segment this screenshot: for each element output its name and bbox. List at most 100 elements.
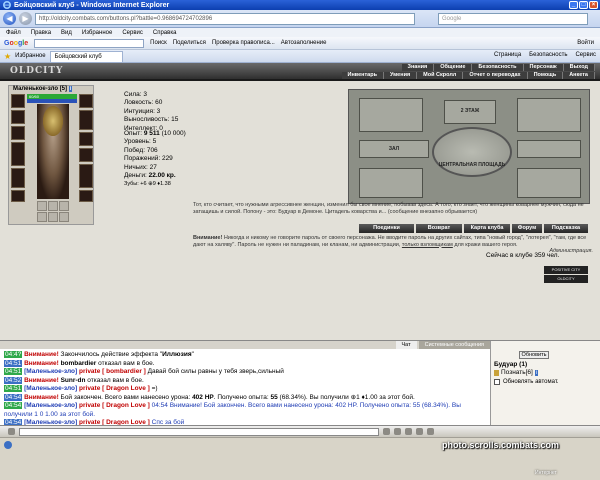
warning-link[interactable]: только взломщикам	[402, 242, 453, 248]
minimize-button[interactable]: _	[569, 1, 578, 9]
gloves-slot[interactable]	[79, 94, 93, 108]
chat-text[interactable]: Внимание!	[24, 360, 59, 367]
menu-help[interactable]: Справка	[153, 30, 177, 36]
helmet-slot[interactable]	[11, 94, 25, 108]
map-room-bl[interactable]	[359, 168, 423, 198]
refresh-button[interactable]: Обновить	[519, 351, 549, 359]
back-button[interactable]: ◀	[3, 12, 16, 25]
weapon-slot[interactable]	[11, 142, 25, 166]
info-icon[interactable]: i	[68, 86, 73, 92]
chat-timestamp[interactable]: 04:4?	[4, 351, 23, 358]
nav-character[interactable]: Персонаж	[523, 64, 564, 71]
menu-tools[interactable]: Сервис	[122, 30, 143, 36]
menu-file[interactable]: Файл	[6, 30, 21, 36]
search-input[interactable]: Google	[438, 12, 588, 25]
chat-text[interactable]: private [ Dragon Love ]	[77, 385, 150, 392]
nav-profile[interactable]: Анкета	[563, 72, 595, 79]
login-button[interactable]: Войти	[577, 40, 594, 46]
chat-timestamp[interactable]: 04:52	[4, 376, 23, 384]
menu-favorites[interactable]: Избранное	[82, 30, 112, 36]
forward-button[interactable]: ▶	[19, 12, 32, 25]
shield-slot[interactable]	[79, 110, 93, 130]
fights-button[interactable]: Поединки	[359, 224, 414, 233]
map-room-left[interactable]	[359, 98, 423, 132]
chat-text[interactable]: private [ bombardier ]	[77, 368, 146, 375]
tab-fight-club[interactable]: Бойцовский клуб	[49, 50, 123, 62]
google-search-button[interactable]: Поиск	[150, 40, 167, 46]
menu-view[interactable]: Вид	[61, 30, 72, 36]
chat-timestamp[interactable]: 04:54	[4, 402, 23, 409]
nav-transfer-report[interactable]: Отчет о переводах	[463, 72, 528, 79]
star-icon[interactable]: ★	[4, 52, 11, 61]
amulet-slot[interactable]	[11, 126, 25, 140]
network-banner[interactable]: POSITIVE CITY NETWORK	[544, 266, 588, 280]
item-slot-2[interactable]	[48, 201, 58, 211]
smile-icon[interactable]	[394, 428, 401, 435]
page-menu[interactable]: Страница	[494, 52, 521, 58]
nav-skills[interactable]: Умения	[383, 72, 418, 79]
chat-timestamp[interactable]: 04:51	[4, 368, 23, 375]
ring-slot-1[interactable]	[79, 132, 93, 146]
earrings-slot[interactable]	[11, 110, 25, 124]
oldcity-banner[interactable]: OLDCITY	[544, 275, 588, 283]
map-room-right[interactable]	[517, 98, 581, 132]
auto-refresh-checkbox[interactable]	[494, 379, 500, 385]
club-map-button[interactable]: Карта клуба	[464, 224, 510, 233]
map-room-east[interactable]	[517, 140, 581, 158]
chat-text[interactable]: Внимание!	[24, 394, 59, 401]
chat-timestamp[interactable]: 04:54	[4, 393, 23, 401]
service-menu[interactable]: Сервис	[575, 52, 596, 58]
item-slot-1[interactable]	[37, 201, 47, 211]
belt-slot[interactable]	[11, 190, 25, 202]
chat-timestamp[interactable]: 04:51	[4, 385, 23, 392]
nav-my-scroll[interactable]: Мой Скролл	[417, 72, 464, 79]
nav-help[interactable]: Помощь	[527, 72, 564, 79]
character-name[interactable]: Маленькое-зло	[13, 86, 58, 92]
armor-slot[interactable]	[11, 168, 25, 188]
tab-chat[interactable]: Чат	[395, 341, 417, 349]
map-room-br[interactable]	[517, 168, 581, 198]
nav-knowledge[interactable]: Знания	[401, 64, 435, 71]
chat-text[interactable]: [Маленькое-зло]	[24, 402, 77, 409]
clear-icon[interactable]	[405, 428, 412, 435]
google-search-input[interactable]	[34, 38, 145, 48]
security-menu[interactable]: Безопасность	[529, 52, 567, 58]
spellcheck-button[interactable]: Проверка правописа...	[212, 40, 275, 46]
item-slot-3[interactable]	[59, 201, 69, 211]
chat-text[interactable]: Внимание!	[24, 377, 59, 384]
send-icon[interactable]	[383, 428, 390, 435]
favorites-button[interactable]: Избранное	[15, 53, 45, 59]
nav-inventory[interactable]: Инвентарь	[341, 72, 384, 79]
tab-system-messages[interactable]: Системные сообщения	[418, 341, 490, 349]
settings-icon[interactable]	[427, 428, 434, 435]
menu-edit[interactable]: Правка	[31, 30, 51, 36]
share-button[interactable]: Поделиться	[173, 40, 206, 46]
info-icon[interactable]: i	[534, 369, 538, 376]
maximize-button[interactable]: □	[579, 1, 588, 9]
hint-button[interactable]: Подсказка	[544, 224, 588, 233]
nav-exit[interactable]: Выход	[563, 64, 595, 71]
autofill-button[interactable]: Автозаполнение	[281, 40, 327, 46]
map-central-square[interactable]	[432, 127, 512, 177]
chat-text[interactable]: [Маленькое-зло]	[24, 385, 77, 392]
legs-slot[interactable]	[79, 164, 93, 188]
chat-input[interactable]	[19, 427, 379, 436]
url-input[interactable]: http://oldcity.combats.com/buttons.pl?ba…	[35, 12, 415, 25]
return-button[interactable]: Возврат	[416, 224, 462, 233]
user-name[interactable]: Познать[6]	[501, 369, 533, 376]
item-slot-4[interactable]	[37, 212, 47, 222]
item-slot-6[interactable]	[59, 212, 69, 222]
ring-slot-2[interactable]	[79, 148, 93, 162]
filter-icon[interactable]	[416, 428, 423, 435]
chat-text[interactable]: Внимание!	[24, 351, 59, 358]
chat-timestamp[interactable]: 04:51	[4, 359, 23, 367]
nav-security[interactable]: Безопасность	[472, 64, 524, 71]
boots-slot[interactable]	[79, 190, 93, 202]
item-slot-5[interactable]	[48, 212, 58, 222]
chat-text[interactable]: [Маленькое-зло]	[24, 368, 77, 375]
nav-communication[interactable]: Общение	[434, 64, 473, 71]
close-button[interactable]: ×	[589, 1, 598, 9]
chat-text[interactable]: private [ Dragon Love ]	[77, 402, 150, 409]
forum-button[interactable]: Форум	[512, 224, 542, 233]
chat-menu-icon[interactable]	[8, 428, 15, 435]
